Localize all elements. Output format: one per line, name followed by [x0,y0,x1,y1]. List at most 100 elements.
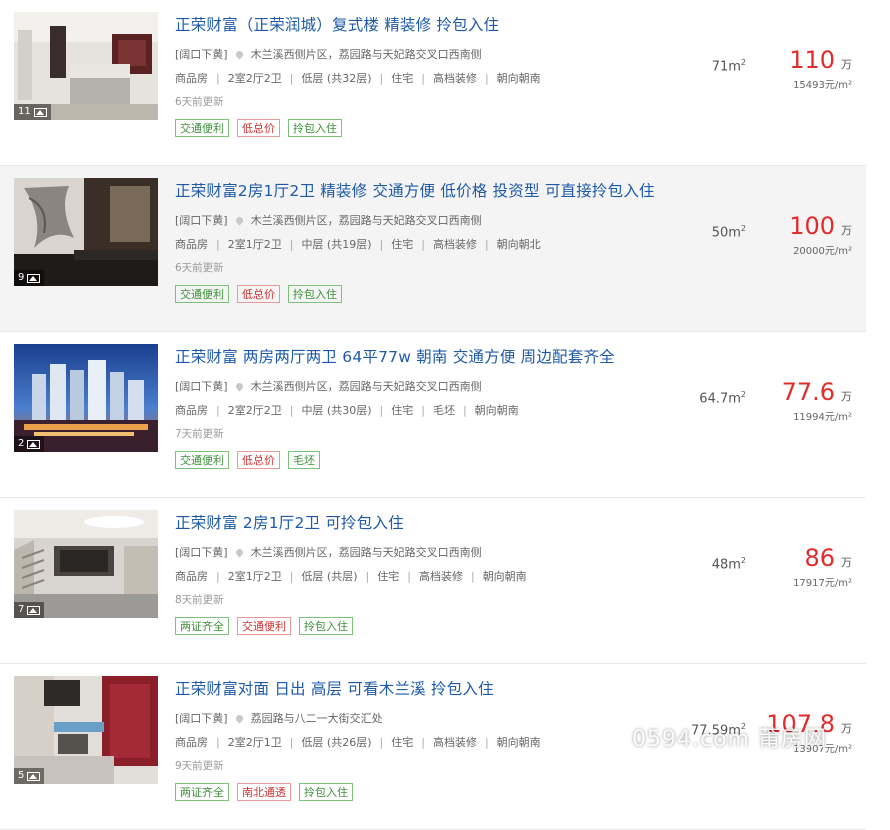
attr-property-type: 商品房 [175,736,208,749]
listing-title[interactable]: 正荣财富2房1厅2卫 精装修 交通方便 低价格 投资型 可直接拎包入住 [175,179,655,201]
listing-title[interactable]: 正荣财富 2房1厅2卫 可拎包入住 [175,511,404,533]
separator: | [379,238,384,251]
listing-thumbnail[interactable]: 2 [14,344,158,452]
attr-usage: 住宅 [391,736,414,749]
total-price: 100 [789,212,835,240]
listing-attributes: 商品房 | 2室2厅2卫 | 中层 (共30层) | 住宅 | 毛坯 | 朝向朝南 [175,402,519,418]
total-price: 110 [789,46,835,74]
photo-count: 11 [18,106,31,117]
attr-floor: 中层 (共19层) [301,238,372,251]
total-price: 86 [804,544,835,572]
update-time: 6天前更新 [175,96,224,108]
listing-attributes: 商品房 | 2室2厅2卫 | 低层 (共32层) | 住宅 | 高档装修 | 朝向朝南 [175,70,541,86]
listing-attributes: 商品房 | 2室1厅2卫 | 低层 (共层) | 住宅 | 高档装修 | 朝向朝南 [175,568,527,584]
unit-price: 20000元/m² [793,246,852,257]
listing-attributes: 商品房 | 2室1厅2卫 | 中层 (共19层) | 住宅 | 高档装修 | 朝向朝北 [175,236,541,252]
area-unit-sup: 2 [740,58,746,67]
tag: 低总价 [237,451,280,469]
separator: | [216,570,220,583]
separator: | [421,238,425,251]
address-text: 木兰溪西侧片区，荔园路与天妃路交叉口西南侧 [250,380,482,393]
area-unit-sup: 2 [740,722,746,731]
photo-count-badge: 11 [14,104,51,120]
attr-orientation: 朝向朝北 [496,238,541,251]
listing-item: 5 正荣财富对面 日出 高层 可看木兰溪 拎包入住 [阔口下黄] 荔园路与八二一… [0,664,866,830]
separator: | [289,570,294,583]
separator: | [289,72,294,85]
listing-title[interactable]: 正荣财富对面 日出 高层 可看木兰溪 拎包入住 [175,677,494,699]
listing-title[interactable]: 正荣财富（正荣润城）复式楼 精装修 拎包入住 [175,13,499,35]
attr-orientation: 朝向朝南 [482,570,527,583]
area-value: 71m [711,59,741,75]
picture-icon [33,107,47,117]
listing-location: [阔口下黄] 木兰溪西侧片区，荔园路与天妃路交叉口西南侧 [175,46,482,62]
tag: 低总价 [237,285,280,303]
tag: 南北通透 [237,783,291,801]
area-unit-sup: 2 [740,556,746,565]
listing-title[interactable]: 正荣财富 两房两厅两卫 64平77w 朝南 交通方便 周边配套齐全 [175,345,615,367]
separator: | [289,238,294,251]
attr-property-type: 商品房 [175,404,208,417]
photo-count: 7 [18,604,25,615]
separator: | [421,404,425,417]
area: 71m2 [712,58,746,74]
attr-floor: 中层 (共30层) [301,404,372,417]
attr-layout: 2室1厅2卫 [227,570,282,583]
unit-price: 11994元/m² [793,412,852,423]
separator: | [379,404,384,417]
listing-thumbnail[interactable]: 9 [14,178,158,286]
address-text: 木兰溪西侧片区，荔园路与天妃路交叉口西南侧 [250,546,482,559]
location-pin-icon [234,215,245,225]
update-time: 6天前更新 [175,262,224,274]
tag-list: 交通便利 低总价 拎包入住 [175,285,342,303]
separator: | [484,72,489,85]
attr-usage: 住宅 [391,238,414,251]
photo-count-badge: 2 [14,436,45,452]
attr-layout: 2室2厅2卫 [227,72,282,85]
listing-item: 9 正荣财富2房1厅2卫 精装修 交通方便 低价格 投资型 可直接拎包入住 [阔… [0,166,866,332]
price-block: 100 万 20000元/m² [760,212,852,257]
attr-floor: 低层 (共26层) [301,736,372,749]
tag: 交通便利 [237,617,291,635]
attr-decoration: 高档装修 [418,570,463,583]
tag: 拎包入住 [288,285,342,303]
separator: | [484,736,489,749]
separator: | [365,570,370,583]
photo-count-badge: 9 [14,270,45,286]
listing-list: 11 正荣财富（正荣润城）复式楼 精装修 拎包入住 [阔口下黄] 木兰溪西侧片区… [0,0,866,830]
listing-thumbnail[interactable]: 5 [14,676,158,784]
separator: | [216,404,220,417]
tag: 两证齐全 [175,783,229,801]
price-unit: 万 [841,224,852,237]
attr-floor: 低层 (共32层) [301,72,372,85]
separator: | [421,72,425,85]
price-unit: 万 [841,390,852,403]
tag: 低总价 [237,119,280,137]
listing-thumbnail[interactable]: 7 [14,510,158,618]
area-value: 48m [711,557,741,573]
listing-thumbnail[interactable]: 11 [14,12,158,120]
attr-orientation: 朝向朝南 [496,72,541,85]
tag: 毛坯 [288,451,320,469]
tag: 两证齐全 [175,617,229,635]
attr-decoration: 高档装修 [432,736,477,749]
price-block: 110 万 15493元/m² [760,46,852,91]
tag: 交通便利 [175,285,229,303]
price-block: 77.6 万 11994元/m² [760,378,852,423]
separator: | [470,570,475,583]
picture-icon [27,605,41,615]
tag-list: 两证齐全 南北通透 拎包入住 [175,783,353,801]
separator: | [216,736,220,749]
area-unit-sup: 2 [740,390,746,399]
address-text: 木兰溪西侧片区，荔园路与天妃路交叉口西南侧 [250,214,482,227]
attr-property-type: 商品房 [175,570,208,583]
separator: | [407,570,411,583]
photo-count: 2 [18,438,25,449]
price-block: 107.8 万 13907元/m² [760,710,852,755]
photo-count-badge: 5 [14,768,45,784]
listing-location: [阔口下黄] 荔园路与八二一大街交汇处 [175,710,383,726]
location-pin-icon [234,49,245,59]
total-price: 107.8 [766,710,835,738]
area: 64.7m2 [699,390,746,406]
area: 48m2 [712,556,746,572]
